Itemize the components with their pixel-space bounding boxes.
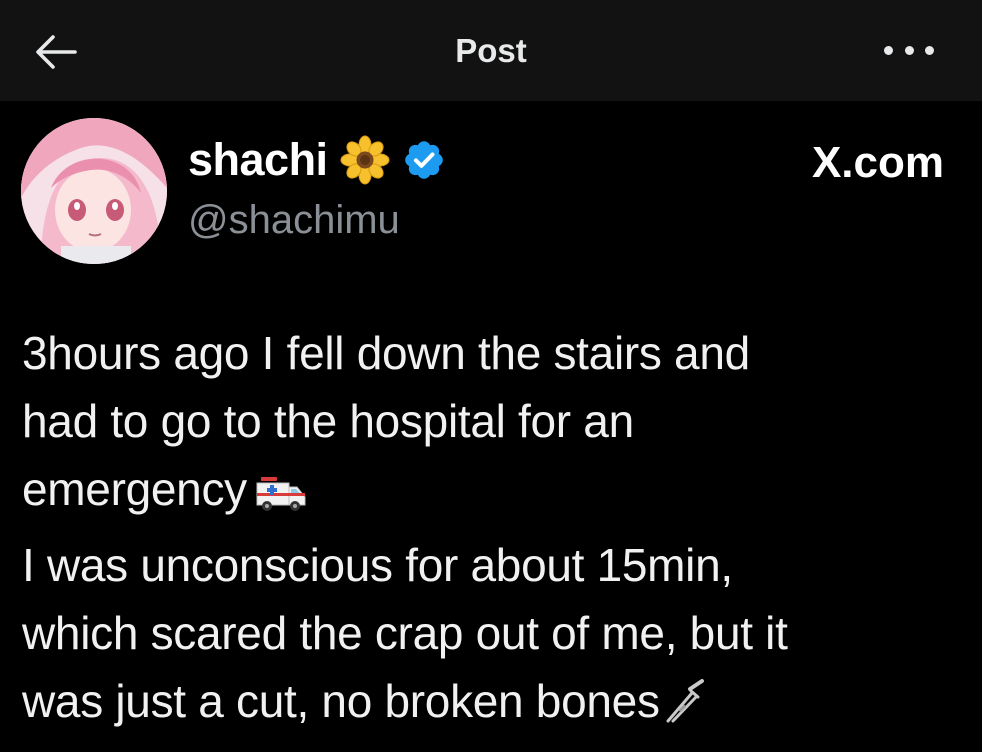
display-name[interactable]: shachi — [188, 134, 328, 186]
author-handle[interactable]: @shachimu — [188, 198, 400, 243]
sunflower-icon — [340, 135, 390, 185]
tweet-line: which scared the crap out of me, but it — [22, 607, 788, 659]
verified-badge-icon — [404, 141, 443, 179]
tweet-text: 3hours ago I fell down the stairs and ha… — [22, 319, 962, 743]
ambulance-icon — [255, 463, 307, 531]
avatar[interactable] — [21, 118, 167, 264]
more-horizontal-icon — [884, 45, 893, 55]
crutch-icon — [662, 675, 710, 743]
author-name-row: shachi — [188, 132, 446, 188]
tweet-line: was just a cut, no broken bones — [22, 675, 660, 727]
avatar-image — [21, 118, 167, 264]
brand-logo-text: X.com — [811, 138, 944, 187]
tweet-line: had to go to the hospital for an — [22, 395, 634, 447]
tweet-line: I was unconscious for about 15min, — [22, 539, 733, 591]
page-title: Post — [455, 32, 527, 69]
top-bar: Post — [0, 0, 982, 101]
tweet-line-with-emoji: was just a cut, no broken bones — [22, 667, 962, 743]
tweet-line-with-emoji: emergency — [22, 455, 962, 531]
more-options-button[interactable] — [884, 42, 934, 58]
tweet-line: emergency — [22, 463, 247, 515]
tweet-line: 3hours ago I fell down the stairs and — [22, 327, 750, 379]
